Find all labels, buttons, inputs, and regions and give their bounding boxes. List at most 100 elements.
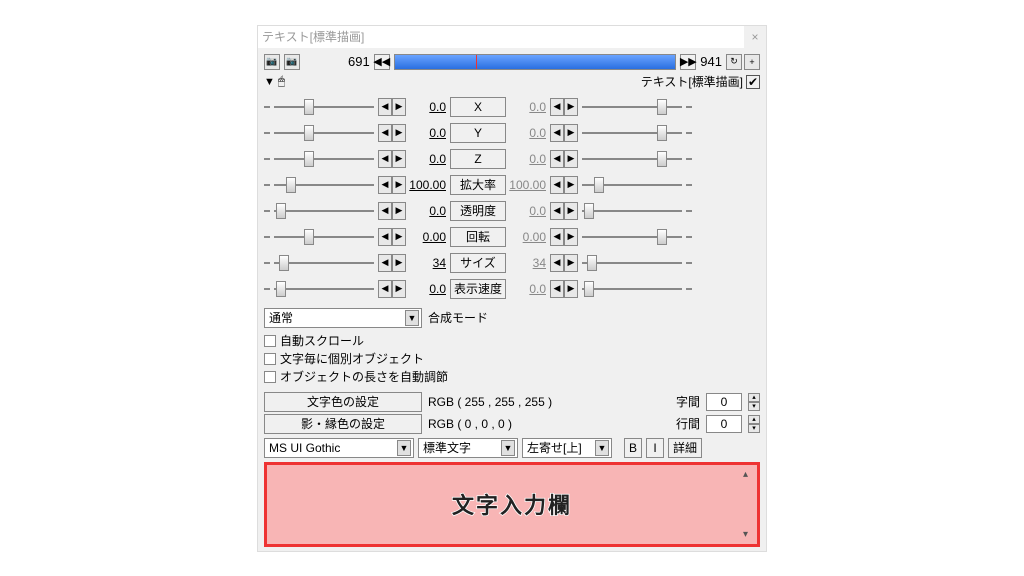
left-value[interactable]: 0.0 bbox=[408, 204, 448, 218]
right-spin[interactable]: ◀▶ bbox=[550, 202, 578, 220]
param-label[interactable]: 回転 bbox=[450, 227, 506, 247]
collapse-icon[interactable]: ▼ bbox=[264, 76, 275, 88]
shadow-color-value: RGB ( 0 , 0 , 0 ) bbox=[428, 417, 512, 431]
shadow-color-row: 影・縁色の設定 RGB ( 0 , 0 , 0 ) 行間 0 ▴▾ bbox=[264, 414, 760, 434]
loop-icon[interactable]: ↻ bbox=[726, 54, 742, 70]
left-value[interactable]: 0.0 bbox=[408, 152, 448, 166]
left-slider[interactable] bbox=[274, 99, 374, 115]
right-slider[interactable] bbox=[582, 177, 682, 193]
shadow-color-button[interactable]: 影・縁色の設定 bbox=[264, 414, 422, 434]
left-slider[interactable] bbox=[274, 255, 374, 271]
right-slider[interactable] bbox=[582, 151, 682, 167]
param-label[interactable]: 表示速度 bbox=[450, 279, 506, 299]
left-value[interactable]: 34 bbox=[408, 256, 448, 270]
right-spin[interactable]: ◀▶ bbox=[550, 254, 578, 272]
param-label[interactable]: X bbox=[450, 97, 506, 117]
right-slider[interactable] bbox=[582, 125, 682, 141]
left-slider[interactable] bbox=[274, 229, 374, 245]
param-label[interactable]: Z bbox=[450, 149, 506, 169]
camera-icon-1[interactable]: 📷 bbox=[264, 54, 280, 70]
close-button[interactable]: × bbox=[744, 26, 766, 48]
align-select[interactable]: 左寄せ[上]▼ bbox=[522, 438, 612, 458]
param-row-透明度: ◀▶0.0透明度0.0◀▶ bbox=[264, 198, 760, 224]
param-row-表示速度: ◀▶0.0表示速度0.0◀▶ bbox=[264, 276, 760, 302]
line-spacing-stepper[interactable]: ▴▾ bbox=[748, 415, 760, 433]
right-value[interactable]: 0.0 bbox=[508, 282, 548, 296]
detail-button[interactable]: 詳細 bbox=[668, 438, 702, 458]
char-spacing-value[interactable]: 0 bbox=[706, 393, 742, 411]
enable-checkbox[interactable]: ✔ bbox=[746, 75, 760, 89]
text-input-area[interactable]: 文字入力欄 ▴▾ bbox=[264, 462, 760, 547]
left-spin[interactable]: ◀▶ bbox=[378, 254, 406, 272]
font-style-select[interactable]: 標準文字▼ bbox=[418, 438, 518, 458]
left-spin[interactable]: ◀▶ bbox=[378, 280, 406, 298]
right-spin[interactable]: ◀▶ bbox=[550, 98, 578, 116]
param-label[interactable]: 拡大率 bbox=[450, 175, 506, 195]
bold-button[interactable]: B bbox=[624, 438, 642, 458]
left-slider[interactable] bbox=[274, 125, 374, 141]
text-input-placeholder: 文字入力欄 bbox=[452, 488, 572, 520]
checkbox-row[interactable]: 自動スクロール bbox=[264, 332, 760, 350]
left-spin[interactable]: ◀▶ bbox=[378, 202, 406, 220]
line-spacing-label: 行間 bbox=[676, 415, 700, 432]
param-label[interactable]: Y bbox=[450, 123, 506, 143]
checkbox-row[interactable]: 文字毎に個別オブジェクト bbox=[264, 350, 760, 368]
checkbox[interactable] bbox=[264, 353, 276, 365]
left-slider[interactable] bbox=[274, 151, 374, 167]
left-value[interactable]: 0.0 bbox=[408, 282, 448, 296]
right-value[interactable]: 0.0 bbox=[508, 204, 548, 218]
text-color-button[interactable]: 文字色の設定 bbox=[264, 392, 422, 412]
header-row: ▼ 🖱 テキスト[標準描画] ✔ bbox=[264, 74, 760, 90]
right-spin[interactable]: ◀▶ bbox=[550, 228, 578, 246]
checkbox[interactable] bbox=[264, 371, 276, 383]
left-value[interactable]: 0.0 bbox=[408, 126, 448, 140]
right-spin[interactable]: ◀▶ bbox=[550, 280, 578, 298]
right-slider[interactable] bbox=[582, 255, 682, 271]
right-slider[interactable] bbox=[582, 229, 682, 245]
left-value[interactable]: 0.00 bbox=[408, 230, 448, 244]
left-spin[interactable]: ◀▶ bbox=[378, 98, 406, 116]
italic-button[interactable]: I bbox=[646, 438, 664, 458]
right-slider[interactable] bbox=[582, 281, 682, 297]
right-value[interactable]: 0.0 bbox=[508, 100, 548, 114]
left-slider[interactable] bbox=[274, 177, 374, 193]
right-value[interactable]: 34 bbox=[508, 256, 548, 270]
seek-bar[interactable] bbox=[394, 54, 677, 70]
left-spin[interactable]: ◀▶ bbox=[378, 228, 406, 246]
left-spin[interactable]: ◀▶ bbox=[378, 124, 406, 142]
checkbox[interactable] bbox=[264, 335, 276, 347]
blend-mode-select[interactable]: 通常 ▼ bbox=[264, 308, 422, 328]
char-spacing-stepper[interactable]: ▴▾ bbox=[748, 393, 760, 411]
right-value[interactable]: 0.00 bbox=[508, 230, 548, 244]
add-icon[interactable]: + bbox=[744, 54, 760, 70]
param-row-Y: ◀▶0.0Y0.0◀▶ bbox=[264, 120, 760, 146]
font-select[interactable]: MS UI Gothic▼ bbox=[264, 438, 414, 458]
blend-mode-value: 通常 bbox=[269, 309, 293, 326]
left-value[interactable]: 100.00 bbox=[408, 178, 448, 192]
seek-end-button[interactable]: ▶▶ bbox=[680, 54, 696, 70]
section-label: テキスト[標準描画] bbox=[641, 73, 743, 90]
left-slider[interactable] bbox=[274, 203, 374, 219]
camera-icon-2[interactable]: 📷 bbox=[284, 54, 300, 70]
right-slider[interactable] bbox=[582, 203, 682, 219]
text-color-value: RGB ( 255 , 255 , 255 ) bbox=[428, 395, 552, 409]
seek-start-button[interactable]: ◀◀ bbox=[374, 54, 390, 70]
param-label[interactable]: 透明度 bbox=[450, 201, 506, 221]
right-value[interactable]: 100.00 bbox=[508, 178, 548, 192]
right-spin[interactable]: ◀▶ bbox=[550, 150, 578, 168]
right-value[interactable]: 0.0 bbox=[508, 126, 548, 140]
right-spin[interactable]: ◀▶ bbox=[550, 124, 578, 142]
left-value[interactable]: 0.0 bbox=[408, 100, 448, 114]
blend-mode-label: 合成モード bbox=[428, 309, 488, 326]
checkbox-label: オブジェクトの長さを自動調節 bbox=[280, 368, 448, 385]
left-spin[interactable]: ◀▶ bbox=[378, 150, 406, 168]
right-spin[interactable]: ◀▶ bbox=[550, 176, 578, 194]
line-spacing-value[interactable]: 0 bbox=[706, 415, 742, 433]
right-value[interactable]: 0.0 bbox=[508, 152, 548, 166]
timeline-bar: 📷 📷 691 ◀◀ ▶▶ 941 ↻ + bbox=[264, 52, 760, 72]
param-label[interactable]: サイズ bbox=[450, 253, 506, 273]
left-spin[interactable]: ◀▶ bbox=[378, 176, 406, 194]
right-slider[interactable] bbox=[582, 99, 682, 115]
left-slider[interactable] bbox=[274, 281, 374, 297]
checkbox-row[interactable]: オブジェクトの長さを自動調節 bbox=[264, 368, 760, 386]
